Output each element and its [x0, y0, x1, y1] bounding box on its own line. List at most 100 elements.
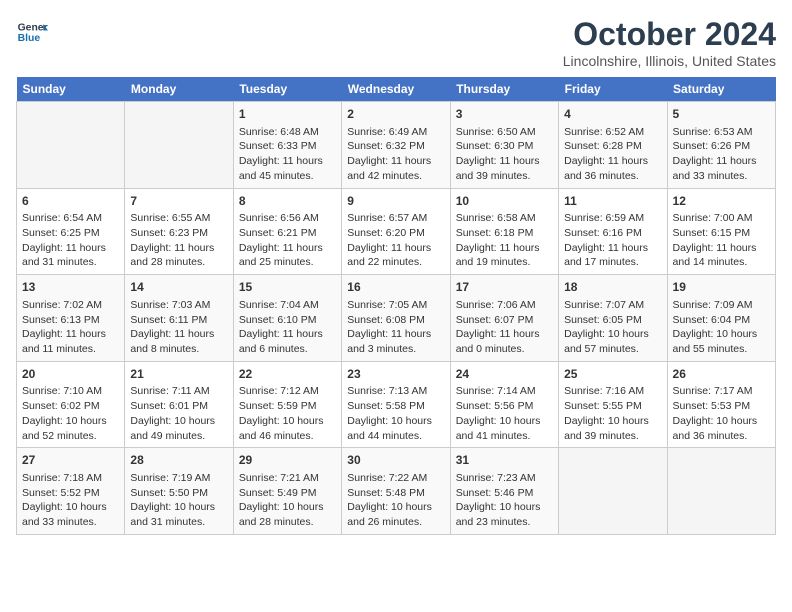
day-info: Sunset: 6:23 PM: [130, 226, 227, 241]
day-info: Sunrise: 7:10 AM: [22, 384, 119, 399]
calendar-cell: 13Sunrise: 7:02 AMSunset: 6:13 PMDayligh…: [17, 275, 125, 362]
calendar-cell: 20Sunrise: 7:10 AMSunset: 6:02 PMDayligh…: [17, 361, 125, 448]
day-number: 8: [239, 193, 336, 210]
day-number: 10: [456, 193, 553, 210]
day-number: 14: [130, 279, 227, 296]
day-number: 4: [564, 106, 661, 123]
calendar-week-row: 1Sunrise: 6:48 AMSunset: 6:33 PMDaylight…: [17, 102, 776, 189]
day-info: Daylight: 10 hours and 46 minutes.: [239, 414, 336, 443]
day-info: Sunset: 5:58 PM: [347, 399, 444, 414]
day-info: Daylight: 10 hours and 33 minutes.: [22, 500, 119, 529]
day-info: Sunrise: 7:18 AM: [22, 471, 119, 486]
calendar-cell: 22Sunrise: 7:12 AMSunset: 5:59 PMDayligh…: [233, 361, 341, 448]
day-info: Sunset: 6:05 PM: [564, 313, 661, 328]
calendar-cell: 16Sunrise: 7:05 AMSunset: 6:08 PMDayligh…: [342, 275, 450, 362]
day-number: 27: [22, 452, 119, 469]
day-info: Sunrise: 6:50 AM: [456, 125, 553, 140]
day-info: Sunset: 6:26 PM: [673, 139, 770, 154]
day-number: 29: [239, 452, 336, 469]
day-info: Daylight: 11 hours and 36 minutes.: [564, 154, 661, 183]
calendar-cell: [125, 102, 233, 189]
day-info: Sunset: 5:55 PM: [564, 399, 661, 414]
calendar-cell: 5Sunrise: 6:53 AMSunset: 6:26 PMDaylight…: [667, 102, 775, 189]
calendar-week-row: 20Sunrise: 7:10 AMSunset: 6:02 PMDayligh…: [17, 361, 776, 448]
day-number: 31: [456, 452, 553, 469]
day-info: Sunset: 6:33 PM: [239, 139, 336, 154]
calendar-cell: 31Sunrise: 7:23 AMSunset: 5:46 PMDayligh…: [450, 448, 558, 535]
day-number: 17: [456, 279, 553, 296]
day-info: Sunset: 6:01 PM: [130, 399, 227, 414]
day-info: Sunrise: 7:03 AM: [130, 298, 227, 313]
calendar-cell: 10Sunrise: 6:58 AMSunset: 6:18 PMDayligh…: [450, 188, 558, 275]
day-info: Sunrise: 7:16 AM: [564, 384, 661, 399]
logo-icon: General Blue: [16, 16, 48, 48]
calendar-cell: 9Sunrise: 6:57 AMSunset: 6:20 PMDaylight…: [342, 188, 450, 275]
day-info: Sunrise: 7:23 AM: [456, 471, 553, 486]
day-number: 19: [673, 279, 770, 296]
day-info: Sunrise: 6:49 AM: [347, 125, 444, 140]
calendar-cell: 21Sunrise: 7:11 AMSunset: 6:01 PMDayligh…: [125, 361, 233, 448]
day-info: Daylight: 11 hours and 45 minutes.: [239, 154, 336, 183]
day-info: Sunrise: 7:12 AM: [239, 384, 336, 399]
weekday-header: Tuesday: [233, 77, 341, 102]
page-header: General Blue October 2024 Lincolnshire, …: [16, 16, 776, 69]
day-info: Sunrise: 7:13 AM: [347, 384, 444, 399]
day-info: Daylight: 10 hours and 36 minutes.: [673, 414, 770, 443]
day-number: 26: [673, 366, 770, 383]
day-info: Sunset: 6:16 PM: [564, 226, 661, 241]
day-info: Sunset: 6:28 PM: [564, 139, 661, 154]
day-info: Daylight: 11 hours and 33 minutes.: [673, 154, 770, 183]
day-info: Sunrise: 6:54 AM: [22, 211, 119, 226]
day-info: Daylight: 11 hours and 39 minutes.: [456, 154, 553, 183]
logo: General Blue: [16, 16, 48, 48]
day-info: Sunrise: 7:22 AM: [347, 471, 444, 486]
calendar-cell: 14Sunrise: 7:03 AMSunset: 6:11 PMDayligh…: [125, 275, 233, 362]
day-info: Sunset: 6:25 PM: [22, 226, 119, 241]
day-number: 21: [130, 366, 227, 383]
day-info: Sunset: 5:59 PM: [239, 399, 336, 414]
month-title: October 2024: [563, 16, 776, 53]
day-info: Sunset: 5:49 PM: [239, 486, 336, 501]
day-info: Sunset: 5:46 PM: [456, 486, 553, 501]
day-info: Daylight: 10 hours and 31 minutes.: [130, 500, 227, 529]
day-number: 1: [239, 106, 336, 123]
day-info: Sunset: 5:56 PM: [456, 399, 553, 414]
day-info: Sunset: 6:30 PM: [456, 139, 553, 154]
day-info: Sunrise: 7:04 AM: [239, 298, 336, 313]
day-info: Daylight: 10 hours and 55 minutes.: [673, 327, 770, 356]
day-number: 18: [564, 279, 661, 296]
day-number: 24: [456, 366, 553, 383]
day-number: 9: [347, 193, 444, 210]
calendar-cell: 11Sunrise: 6:59 AMSunset: 6:16 PMDayligh…: [559, 188, 667, 275]
day-info: Sunset: 6:10 PM: [239, 313, 336, 328]
calendar-cell: 3Sunrise: 6:50 AMSunset: 6:30 PMDaylight…: [450, 102, 558, 189]
calendar-week-row: 6Sunrise: 6:54 AMSunset: 6:25 PMDaylight…: [17, 188, 776, 275]
day-info: Daylight: 10 hours and 44 minutes.: [347, 414, 444, 443]
calendar-table: SundayMondayTuesdayWednesdayThursdayFrid…: [16, 77, 776, 535]
calendar-cell: 28Sunrise: 7:19 AMSunset: 5:50 PMDayligh…: [125, 448, 233, 535]
calendar-cell: 30Sunrise: 7:22 AMSunset: 5:48 PMDayligh…: [342, 448, 450, 535]
day-number: 15: [239, 279, 336, 296]
day-info: Daylight: 11 hours and 3 minutes.: [347, 327, 444, 356]
calendar-cell: 29Sunrise: 7:21 AMSunset: 5:49 PMDayligh…: [233, 448, 341, 535]
day-info: Daylight: 11 hours and 6 minutes.: [239, 327, 336, 356]
weekday-header-row: SundayMondayTuesdayWednesdayThursdayFrid…: [17, 77, 776, 102]
day-info: Sunset: 6:13 PM: [22, 313, 119, 328]
day-info: Sunset: 5:52 PM: [22, 486, 119, 501]
calendar-cell: 2Sunrise: 6:49 AMSunset: 6:32 PMDaylight…: [342, 102, 450, 189]
day-number: 22: [239, 366, 336, 383]
day-info: Daylight: 11 hours and 25 minutes.: [239, 241, 336, 270]
day-number: 25: [564, 366, 661, 383]
day-info: Sunrise: 7:06 AM: [456, 298, 553, 313]
location: Lincolnshire, Illinois, United States: [563, 53, 776, 69]
day-info: Sunset: 6:04 PM: [673, 313, 770, 328]
day-info: Sunset: 6:11 PM: [130, 313, 227, 328]
calendar-cell: 8Sunrise: 6:56 AMSunset: 6:21 PMDaylight…: [233, 188, 341, 275]
day-info: Sunset: 6:20 PM: [347, 226, 444, 241]
day-info: Daylight: 11 hours and 14 minutes.: [673, 241, 770, 270]
day-info: Sunrise: 7:05 AM: [347, 298, 444, 313]
title-block: October 2024 Lincolnshire, Illinois, Uni…: [563, 16, 776, 69]
day-number: 2: [347, 106, 444, 123]
day-info: Sunset: 6:18 PM: [456, 226, 553, 241]
day-info: Daylight: 11 hours and 31 minutes.: [22, 241, 119, 270]
